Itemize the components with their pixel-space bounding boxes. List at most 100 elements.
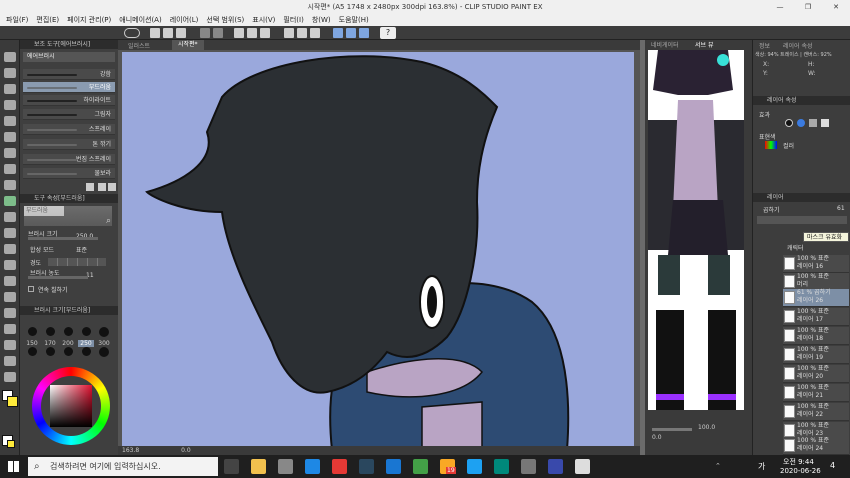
layer-row[interactable]: 100 % 표준 레이어 17 [783,308,849,326]
gradient-tool-icon[interactable] [4,276,16,286]
brush-size-dot[interactable] [64,347,73,356]
steam-icon[interactable] [359,459,374,474]
ime-indicator[interactable]: 가 [758,461,765,472]
eraser-tool-icon[interactable] [4,228,16,238]
clear-icon[interactable] [234,28,244,38]
decoration-tool-icon[interactable] [4,212,16,222]
layer-row[interactable]: 100 % 표준 레이어 22 [783,403,849,421]
menu-page[interactable]: 페이지 관리(P) [67,15,111,25]
layer-row[interactable]: 100 % 표준 레이어 19 [783,346,849,364]
delete-subtool-icon[interactable] [108,183,116,191]
tab-info[interactable]: 정보 [759,41,770,50]
search-icon[interactable]: ⌕ [106,216,111,226]
ruler-snap-icon[interactable] [333,28,343,38]
menu-help[interactable]: 도움말(H) [339,15,369,25]
windows-start-icon[interactable] [8,461,19,472]
layer-row[interactable]: 100 % 표준 레이어 24 [783,437,849,455]
brush-item-hard[interactable]: 강함 [23,69,115,80]
edge-new-icon[interactable] [494,459,509,474]
brush-size-150[interactable]: 150 [24,340,40,347]
layer-blend-mode[interactable]: 곱하기 [763,205,780,214]
move-tool-icon[interactable] [4,68,16,78]
color-square[interactable] [50,385,92,427]
navigator-zoom-slider[interactable] [652,428,692,431]
brush-item-splash[interactable]: 물보라 [23,168,115,179]
brush-size-250[interactable]: 250 [78,340,94,347]
expression-color-select[interactable]: 컬러 [783,141,794,150]
add-subtool-icon[interactable] [98,183,106,191]
chrome-icon[interactable] [413,459,428,474]
brush-item-blur-spray[interactable]: 번짐 스프레이 [23,154,115,165]
app2-icon[interactable] [521,459,536,474]
folder-character[interactable]: 캐릭터 [787,243,804,252]
file-explorer-icon[interactable] [251,459,266,474]
clip-studio-task-icon[interactable] [575,459,590,474]
menu-filter[interactable]: 필터(I) [283,15,303,25]
sub-tool-group-label[interactable]: 에어브러시 [23,52,115,62]
layer-color-icon[interactable] [821,119,829,127]
clock-time[interactable]: 오전 9:44 [783,457,814,467]
sub-color-swatch[interactable] [7,396,18,407]
twitter-icon[interactable] [467,459,482,474]
brush-size-300[interactable]: 300 [96,340,112,347]
canvas-angle[interactable]: 0.0 [181,447,191,454]
tab-subview[interactable]: 서브 뷰 [695,40,713,49]
brush-size-dot[interactable] [64,327,73,336]
border-effect-icon[interactable] [785,119,793,127]
layer-opacity[interactable]: 61 [837,205,845,212]
brush-size-dot[interactable] [46,327,55,336]
brush-size-dot[interactable] [82,347,91,356]
new-file-icon[interactable] [150,28,160,38]
correct-line-tool-icon[interactable] [4,372,16,382]
layer-row[interactable]: 100 % 표준 레이어 16 [783,255,849,273]
layer-row[interactable]: 100 % 표준 레이어 20 [783,365,849,383]
brush-item-tone-scrape[interactable]: 톤 깎기 [23,139,115,150]
brush-item-soft[interactable]: 부드러움 [23,82,115,93]
task-view-icon[interactable] [224,459,239,474]
brush-size-dot[interactable] [46,347,55,356]
menu-edit[interactable]: 편집(E) [36,15,59,25]
tab-current[interactable]: 시작편* [172,40,204,50]
menu-animation[interactable]: 애니메이션(A) [119,15,161,25]
brush-item-shadow[interactable]: 그림자 [23,109,115,120]
minimize-button[interactable]: — [766,0,794,14]
navigator-zoom[interactable]: 100.0 [698,424,715,431]
color-effect-icon[interactable] [797,119,805,127]
brush-size-slider[interactable] [28,237,98,240]
fill-icon[interactable] [260,28,270,38]
menu-selection[interactable]: 선택 범위(S) [206,15,244,25]
fill-tool-icon[interactable] [4,260,16,270]
redo-icon[interactable] [213,28,223,38]
blend-mode-select[interactable]: 표준 [76,245,87,254]
menu-view[interactable]: 표시(V) [252,15,275,25]
deselect-icon[interactable] [284,28,294,38]
maximize-button[interactable]: ❐ [794,0,822,14]
transform-icon[interactable] [247,28,257,38]
brush-size-200[interactable]: 200 [60,340,76,347]
brush-size-dot[interactable] [99,327,109,337]
kakaotalk-icon[interactable]: 19 [440,459,456,474]
drawing-canvas[interactable] [122,52,634,450]
balloon-tool-icon[interactable] [4,356,16,366]
text-tool-icon[interactable] [4,340,16,350]
store-icon[interactable] [278,459,293,474]
blend-tool-icon[interactable] [4,244,16,254]
app-icon[interactable] [332,459,347,474]
ruler-tool-icon[interactable] [4,324,16,334]
figure-tool-icon[interactable] [4,292,16,302]
notification-count[interactable]: 4 [830,461,835,470]
sub-color-mini[interactable] [7,440,15,448]
navigator-angle[interactable]: 0.0 [652,434,662,441]
open-file-icon[interactable] [163,28,173,38]
invert-selection-icon[interactable] [297,28,307,38]
copy-subtool-icon[interactable] [86,183,94,191]
tab-layer-property-mini[interactable]: 레이어 속성 [783,41,813,50]
zoom-tool-icon[interactable] [4,52,16,62]
tab-navigator[interactable]: 네비게이터 [651,40,679,49]
autoselect-tool-icon[interactable] [4,116,16,126]
undo-icon[interactable] [200,28,210,38]
pencil-tool-icon[interactable] [4,164,16,174]
brush-density-slider[interactable] [28,276,88,279]
menu-layer[interactable]: 레이어(L) [170,15,199,25]
continuous-spray-checkbox[interactable] [28,286,34,292]
